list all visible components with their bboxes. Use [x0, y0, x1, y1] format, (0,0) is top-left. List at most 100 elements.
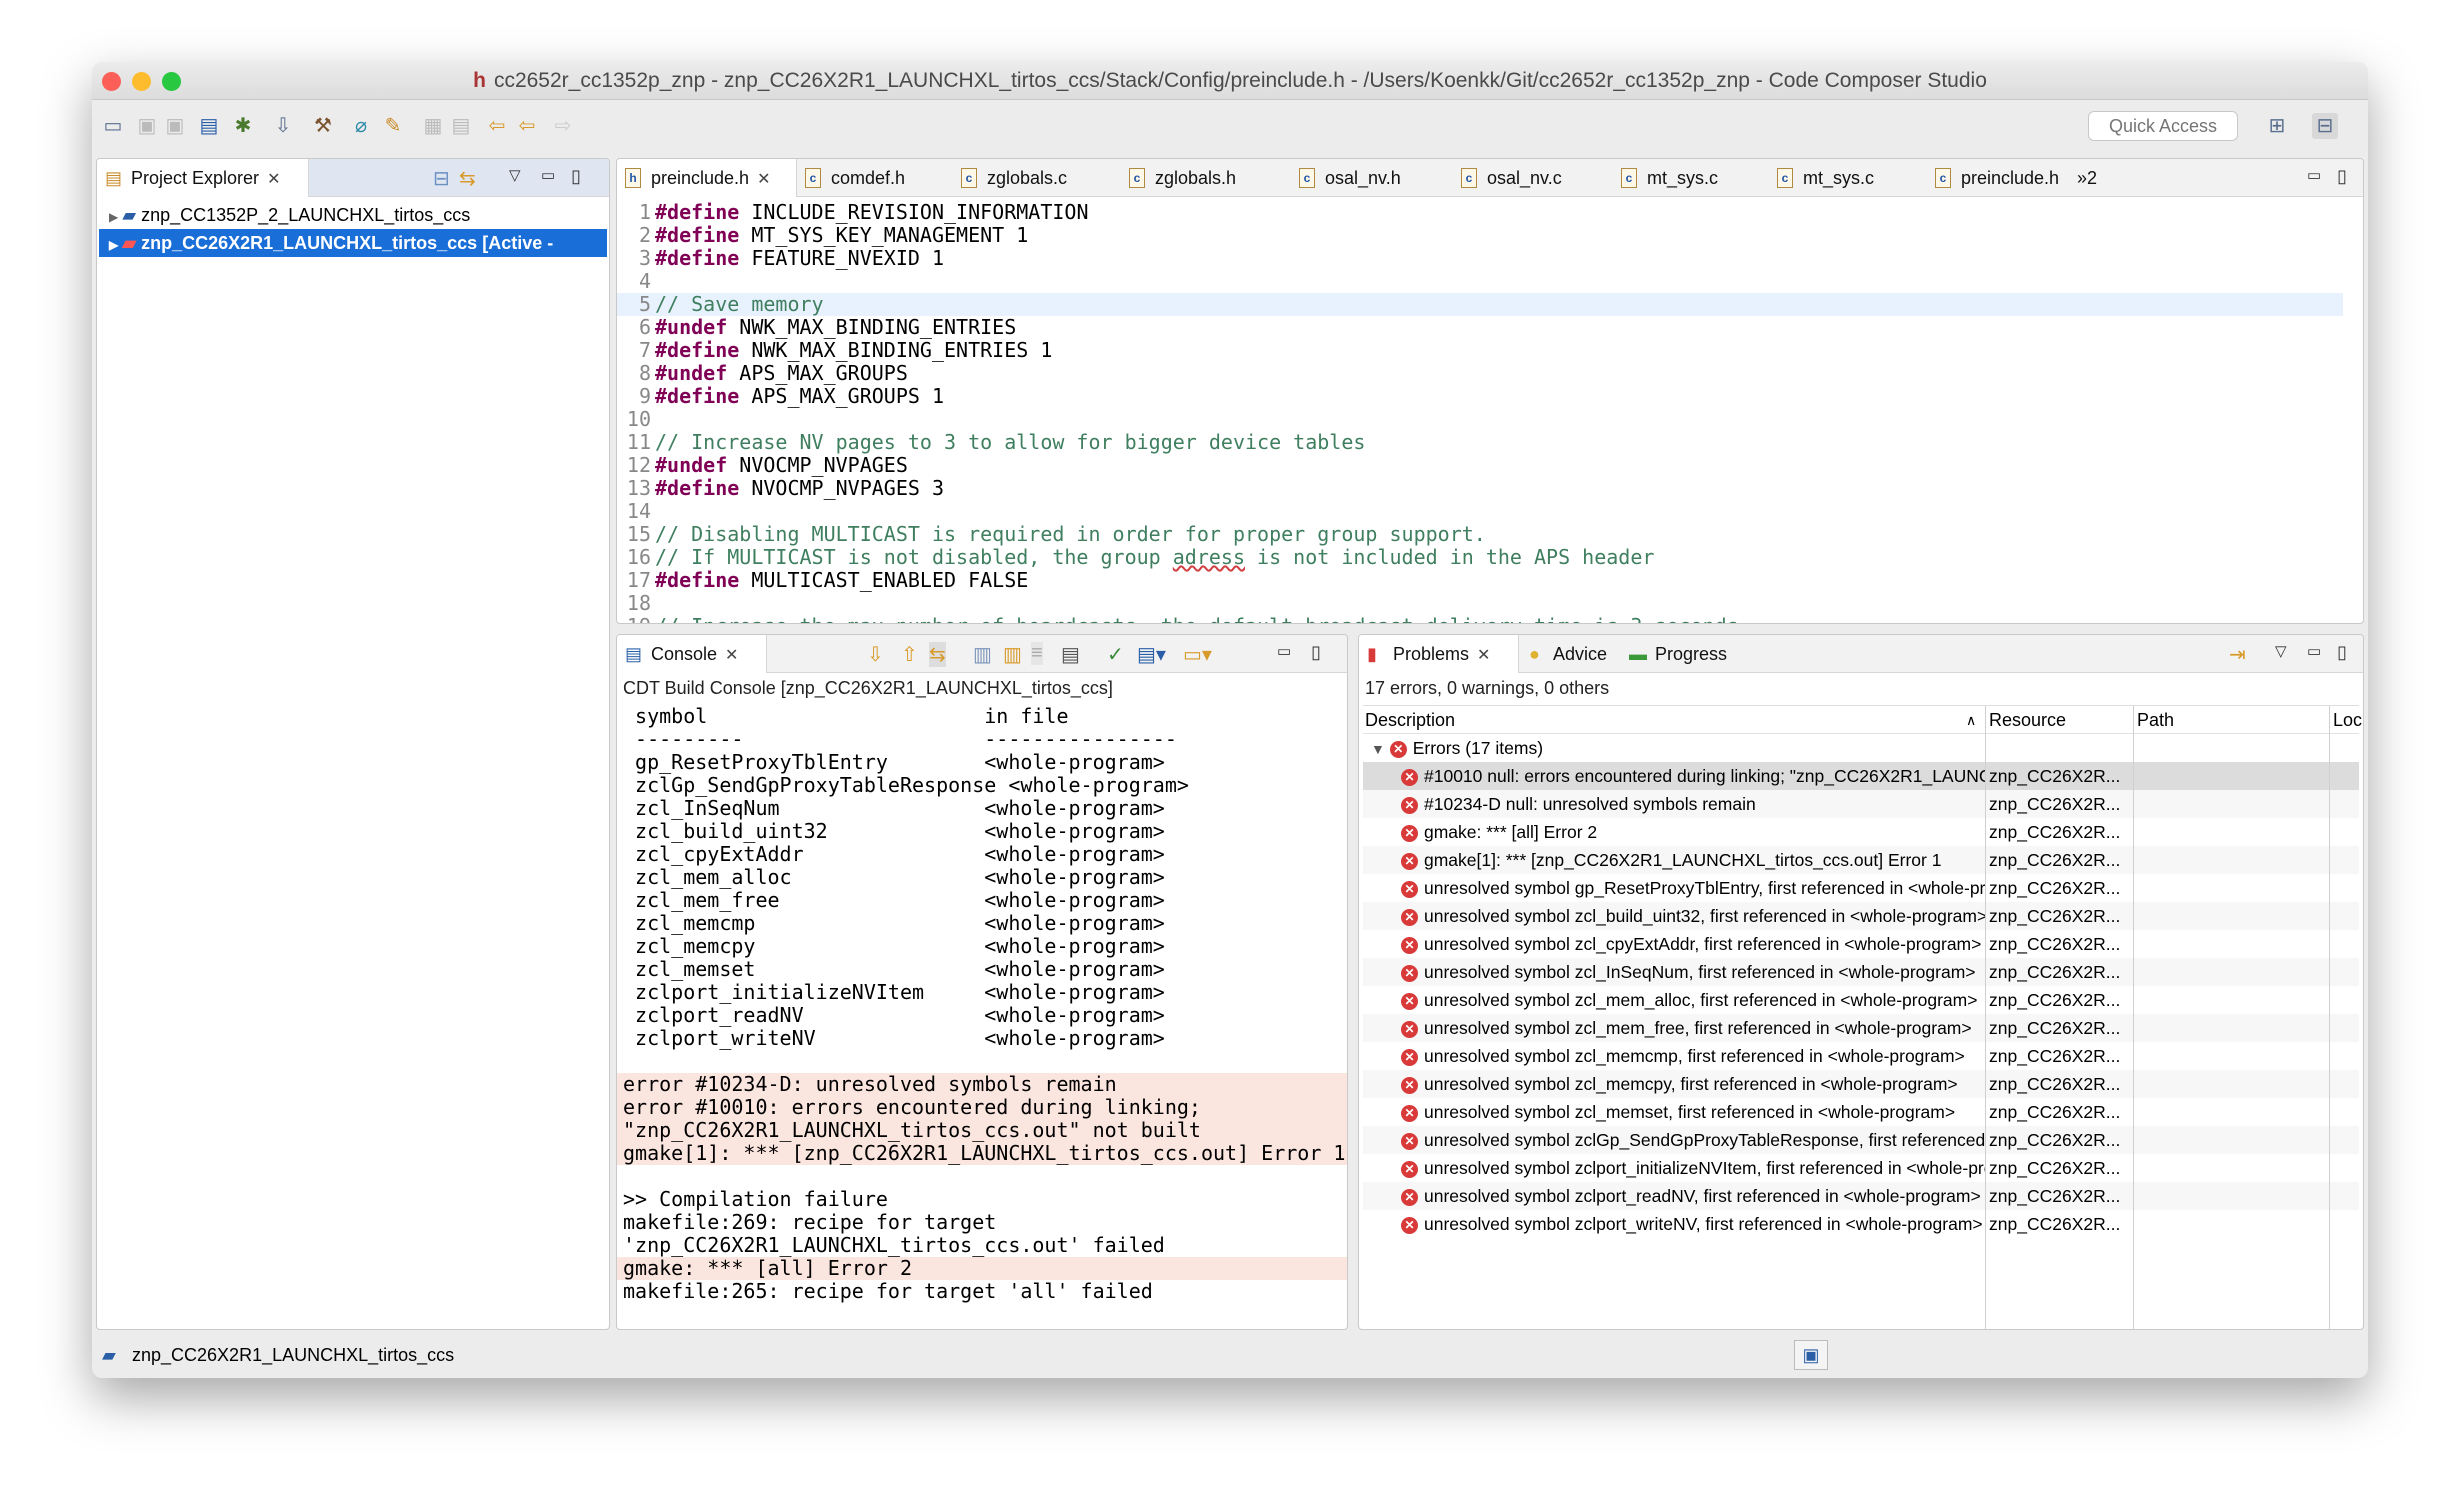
save-icon[interactable]: ▣ — [134, 113, 160, 139]
column-path[interactable]: Path — [2137, 706, 2174, 734]
maximize-icon[interactable]: ▯ — [1311, 642, 1321, 663]
problem-row[interactable]: ✕ unresolved symbol zcl_mem_alloc, first … — [1363, 986, 2359, 1014]
editor-tab[interactable]: c zglobals.c — [953, 159, 1067, 197]
maximize-icon[interactable]: ▯ — [2337, 642, 2347, 663]
maximize-icon[interactable]: ▯ — [571, 166, 581, 187]
ccs-perspective-icon[interactable]: ⊟ — [2312, 113, 2338, 139]
back-icon[interactable]: ⇦ — [514, 113, 540, 139]
problem-row[interactable]: ✕ unresolved symbol zcl_mem_free, first r… — [1363, 1014, 2359, 1042]
last-edit-icon[interactable]: ⇦ — [484, 113, 510, 139]
code-editor[interactable]: 1 #define INCLUDE_REVISION_INFORMATION 2 #d… — [617, 201, 2343, 623]
error-icon: ✕ — [1401, 1104, 1418, 1122]
word-wrap-icon[interactable]: ≡ — [1031, 642, 1043, 665]
tab-advice[interactable]: ● Advice — [1519, 635, 1607, 673]
tree-item-project[interactable]: ▶ ▰ znp_CC1352P_2_LAUNCHXL_tirtos_ccs — [99, 201, 607, 229]
problem-row[interactable]: ✕ unresolved symbol zcl_memcpy, first ref… — [1363, 1070, 2359, 1098]
editor-tab[interactable]: c osal_nv.c — [1453, 159, 1562, 197]
problem-row[interactable]: ✕ unresolved symbol zclport_initializeNVI… — [1363, 1154, 2359, 1182]
maximize-icon[interactable]: ▯ — [2337, 166, 2347, 187]
zoom-window-button[interactable] — [162, 72, 181, 91]
problem-row[interactable]: ✕ unresolved symbol zcl_cpyExtAddr, first… — [1363, 930, 2359, 958]
tab-problems[interactable]: ▮ Problems ✕ — [1359, 635, 1519, 673]
problem-row[interactable]: ✕ unresolved symbol zcl_memset, first ref… — [1363, 1098, 2359, 1126]
sort-ascending-icon[interactable]: ∧ — [1966, 706, 1976, 734]
link-editor-icon[interactable]: ⇆ — [459, 166, 476, 191]
toggle-icon[interactable]: ▦ — [420, 113, 446, 139]
collapse-all-icon[interactable]: ⊟ — [433, 166, 450, 191]
problem-row[interactable]: ✕ gmake[1]: *** [znp_CC26X2R1_LAUNCHXL_ti… — [1363, 846, 2359, 874]
pin-lock-icon[interactable]: ▥ — [1003, 642, 1022, 667]
pen-icon[interactable]: ✎ — [380, 113, 406, 139]
problem-row[interactable]: ✕ gmake: *** [all] Error 2 znp_CC26X2R... — [1363, 818, 2359, 846]
column-location[interactable]: Loc — [2333, 706, 2362, 734]
column-description[interactable]: Description — [1365, 706, 1455, 734]
close-icon[interactable]: ✕ — [725, 647, 738, 664]
editor-tab[interactable]: c mt_sys.c — [1769, 159, 1874, 197]
problem-row[interactable]: ✕ unresolved symbol zclGp_SendGpProxyTabl… — [1363, 1126, 2359, 1154]
console-layout-icon[interactable]: ▥ — [973, 642, 992, 667]
search-icon[interactable]: ⌀ — [348, 113, 374, 139]
debug-icon[interactable]: ✱ — [230, 113, 256, 139]
collapse-arrow-icon[interactable]: ▼ — [1371, 741, 1385, 757]
heap-status-icon[interactable]: ▣ — [1794, 1340, 1828, 1370]
problem-row[interactable]: ✕ unresolved symbol zcl_memcmp, first ref… — [1363, 1042, 2359, 1070]
display-console-icon[interactable]: ▤▾ — [1137, 642, 1166, 667]
problem-row[interactable]: ✕ unresolved symbol zclport_readNV, first… — [1363, 1182, 2359, 1210]
flash-icon[interactable]: ⇩ — [270, 113, 296, 139]
quick-access-input[interactable] — [2088, 111, 2238, 141]
column-resource[interactable]: Resource — [1989, 706, 2066, 734]
terminal-icon[interactable]: ▤ — [196, 113, 222, 139]
problem-row[interactable]: ✕ #10010 null: errors encountered during … — [1363, 762, 2359, 790]
editor-tab[interactable]: c zglobals.h — [1121, 159, 1236, 197]
tab-project-explorer[interactable]: ▤ Project Explorer ✕ — [97, 159, 309, 197]
problem-row[interactable]: ✕ unresolved symbol zclport_writeNV, firs… — [1363, 1210, 2359, 1238]
more-tabs-button[interactable]: »2 — [2077, 159, 2097, 197]
focus-icon[interactable]: ⇥ — [2229, 642, 2246, 667]
spelling-error[interactable]: adress — [1173, 545, 1245, 569]
minimize-window-button[interactable] — [132, 72, 151, 91]
close-window-button[interactable] — [102, 72, 121, 91]
problem-row[interactable]: ✕ unresolved symbol zcl_build_uint32, fir… — [1363, 902, 2359, 930]
problem-row[interactable]: ✕ unresolved symbol zcl_InSeqNum, first r… — [1363, 958, 2359, 986]
close-icon[interactable]: ✕ — [1477, 647, 1490, 664]
save-all-icon[interactable]: ▣ — [162, 113, 188, 139]
line-number: 15 — [626, 522, 651, 546]
view-menu-icon[interactable]: ▽ — [2275, 642, 2287, 660]
tab-progress[interactable]: ▬ Progress — [1621, 635, 1727, 673]
pin-console-icon[interactable]: ✓ — [1107, 642, 1124, 667]
forward-icon[interactable]: ⇨ — [550, 113, 576, 139]
problem-resource: znp_CC26X2R... — [1989, 794, 2121, 814]
scroll-lock-icon[interactable]: ⇆ — [929, 642, 946, 667]
minimize-icon[interactable]: ▭ — [1277, 642, 1291, 660]
console-line: gp_ResetProxyTblEntry <whole-program> — [623, 750, 1165, 774]
open-console-icon[interactable]: ▭▾ — [1183, 642, 1212, 667]
minimize-icon[interactable]: ▭ — [541, 166, 555, 184]
new-icon[interactable]: ▭ — [100, 113, 126, 139]
scroll-up-icon[interactable]: ⇧ — [901, 642, 918, 667]
problem-row[interactable]: ✕ #10234-D null: unresolved symbols remai… — [1363, 790, 2359, 818]
editor-tab[interactable]: c mt_sys.c — [1613, 159, 1718, 197]
block-icon[interactable]: ▤ — [448, 113, 474, 139]
expand-arrow-icon[interactable]: ▶ — [109, 210, 118, 224]
ide-window: h cc2652r_cc1352p_znp - znp_CC26X2R1_LAUN… — [92, 62, 2368, 1378]
editor-tab[interactable]: h preinclude.h ✕ — [617, 159, 797, 197]
errors-group-row[interactable]: ▼ ✕ Errors (17 items) — [1363, 734, 2359, 762]
tree-item-project-active[interactable]: ▶ ▰ znp_CC26X2R1_LAUNCHXL_tirtos_ccs [Act… — [99, 229, 607, 257]
tab-console[interactable]: ▤ Console ✕ — [617, 635, 767, 673]
build-hammer-icon[interactable]: ⚒ — [310, 113, 336, 139]
console-output[interactable]: symbol in file --------- ---------------… — [617, 705, 1347, 1329]
close-icon[interactable]: ✕ — [757, 171, 770, 188]
editor-tab[interactable]: c osal_nv.h — [1291, 159, 1401, 197]
clear-console-icon[interactable]: ▤ — [1061, 642, 1080, 667]
minimize-icon[interactable]: ▭ — [2307, 166, 2321, 184]
view-menu-icon[interactable]: ▽ — [509, 166, 521, 184]
console-error-line: error #10234-D: unresolved symbols remai… — [617, 1073, 1347, 1096]
editor-tab[interactable]: c preinclude.h — [1927, 159, 2059, 197]
close-icon[interactable]: ✕ — [267, 171, 280, 188]
minimize-icon[interactable]: ▭ — [2307, 642, 2321, 660]
open-perspective-icon[interactable]: ⊞ — [2264, 113, 2290, 139]
problem-row[interactable]: ✕ unresolved symbol gp_ResetProxyTblEntry… — [1363, 874, 2359, 902]
scroll-down-icon[interactable]: ⇩ — [867, 642, 884, 667]
editor-tab[interactable]: c comdef.h — [797, 159, 905, 197]
expand-arrow-icon[interactable]: ▶ — [109, 238, 118, 252]
